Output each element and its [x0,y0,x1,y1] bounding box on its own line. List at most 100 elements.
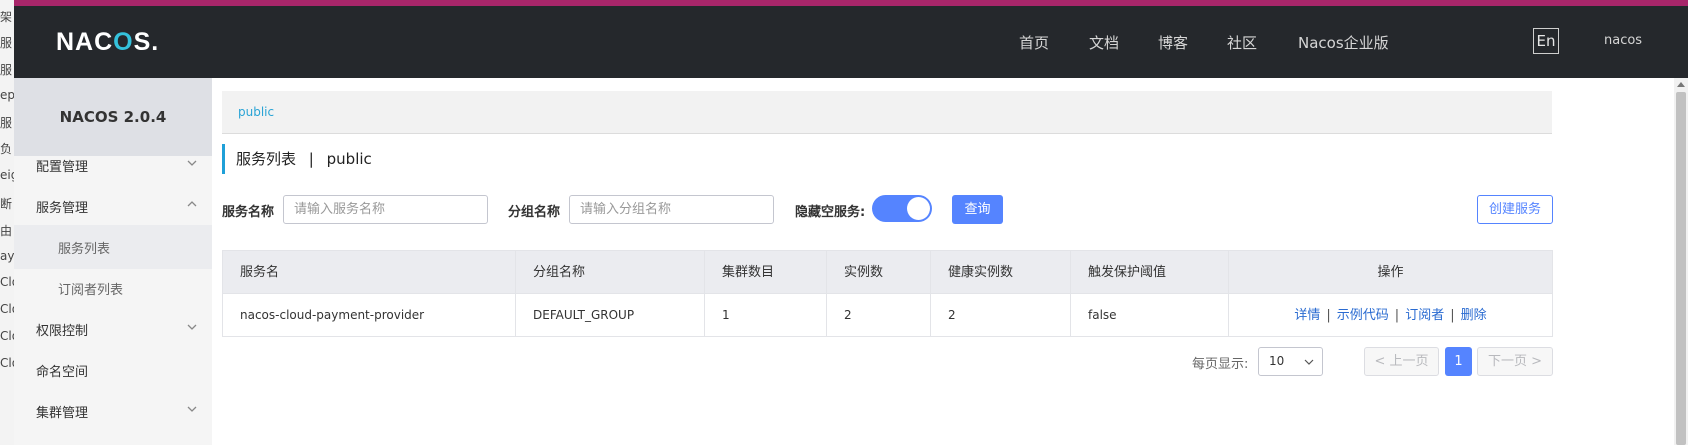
service-name-label: 服务名称 [222,205,275,220]
sidebar-item-label: 集群管理 [36,406,89,421]
sidebar-item-label: 权限控制 [36,324,89,339]
table-row: nacos-cloud-payment-provider DEFAULT_GRO… [223,294,1552,336]
sidebar-item-label: 命名空间 [36,365,89,380]
nav-blog[interactable]: 博客 [1158,32,1188,53]
toggle-knob [907,197,930,220]
column-header-healthy: 健康实例数 [931,251,1071,294]
action-delete-link[interactable]: 删除 [1461,308,1487,323]
vertical-scrollbar[interactable] [1674,78,1688,445]
chevron-up-icon [187,201,197,207]
nav-home[interactable]: 首页 [1019,32,1049,53]
bg-fragment: ep [0,88,14,102]
chevron-right-icon: > [1526,354,1543,369]
nacos-logo[interactable]: NACOS. [56,28,159,57]
sidebar-item-label: 服务管理 [36,201,89,216]
page-size-select[interactable]: 10 [1258,347,1323,376]
service-name-input[interactable]: 请输入服务名称 [283,195,488,224]
logo-accent-letter: O [113,28,134,56]
sidebar-item-access-control[interactable]: 权限控制 [14,307,212,351]
chevron-down-icon [1304,359,1314,365]
action-detail-link[interactable]: 详情 [1294,308,1320,323]
bg-fragment: Clo [0,275,14,289]
table-header: 服务名 分组名称 集群数目 实例数 健康实例数 触发保护阈值 操作 [223,251,1552,294]
sidebar-item-service-list[interactable]: 服务列表 [14,225,212,269]
sidebar-item-config-management[interactable]: 配置管理 [14,143,212,187]
next-page-label: 下一页 [1487,354,1527,369]
column-header-service: 服务名 [223,251,516,294]
column-header-instances: 实例数 [827,251,931,294]
column-header-actions: 操作 [1377,265,1404,280]
bg-fragment: 由 [0,224,13,238]
bg-fragment: 服 [0,116,13,130]
sidebar-item-label: 订阅者列表 [58,283,124,298]
bg-fragment: Clo [0,302,14,316]
page-title-namespace: public [326,150,372,168]
browser-window: NACOS. 首页 文档 博客 社区 Nacos企业版 En nacos NAC… [14,0,1688,445]
bg-fragment: ay [0,249,14,263]
scroll-thumb[interactable] [1676,92,1686,445]
namespace-bar: public [222,91,1552,134]
nav-docs[interactable]: 文档 [1089,32,1119,53]
cell-clusters: 1 [705,294,827,336]
cell-threshold: false [1071,294,1229,336]
page-title-text: 服务列表 [236,150,297,168]
nav-community[interactable]: 社区 [1227,32,1257,53]
hide-empty-label: 隐藏空服务: [795,205,866,220]
sidebar-item-label: 配置管理 [36,160,89,175]
namespace-link-public[interactable]: public [238,105,274,119]
bg-fragment: eig [0,168,14,182]
chevron-down-icon [187,406,197,412]
cell-instances: 2 [827,294,931,336]
sidebar: NACOS 2.0.4 配置管理 服务管理 服务列表 订阅者列表 权限控制 命名… [14,78,212,445]
bg-fragment: 服 [0,36,13,50]
bg-fragment: 架 [0,10,13,24]
action-separator: | [1450,308,1455,323]
page-size-value: 10 [1269,354,1285,368]
action-separator: | [1394,308,1400,323]
create-service-button[interactable]: 创建服务 [1477,195,1553,224]
sidebar-item-namespace[interactable]: 命名空间 [14,348,212,392]
cell-actions: 详情 | 示例代码 | 订阅者 | 删除 [1229,294,1552,336]
group-name-input[interactable]: 请输入分组名称 [569,195,774,224]
background-window-strip: 架 服 服 ep 服 负 eig 断 由 ay Clo Clo Clo Clo [0,0,14,445]
service-table: 服务名 分组名称 集群数目 实例数 健康实例数 触发保护阈值 操作 nacos-… [222,250,1553,337]
user-name[interactable]: nacos [1604,33,1642,48]
group-name-label: 分组名称 [508,205,561,220]
per-page-label: 每页显示: [1192,357,1249,372]
chevron-down-icon [187,324,197,330]
action-subscriber-link[interactable]: 订阅者 [1405,308,1444,323]
main-content: public 服务列表 | public 服务名称 请输入服务名称 分组名称 请… [212,78,1688,445]
bg-fragment: 服 [0,63,13,77]
cell-healthy: 2 [931,294,1071,336]
bg-fragment: Clo [0,329,14,343]
action-separator: | [1326,308,1331,323]
bg-fragment: 断 [0,197,13,211]
language-switch-button[interactable]: En [1533,28,1559,54]
title-separator: | [308,150,314,168]
column-header-group: 分组名称 [516,251,705,294]
hide-empty-toggle[interactable] [872,195,932,222]
bg-fragment: 负 [0,142,13,156]
chevron-left-icon: < [1374,354,1390,369]
bg-fragment: Clo [0,356,14,370]
nav-enterprise[interactable]: Nacos企业版 [1298,32,1389,53]
prev-page-label: 上一页 [1389,354,1429,369]
logo-text: NACOS. [56,28,160,56]
sidebar-item-label: 服务列表 [58,242,111,257]
next-page-button[interactable]: 下一页 > [1477,347,1553,376]
sidebar-item-subscriber-list[interactable]: 订阅者列表 [14,266,212,310]
query-button[interactable]: 查询 [952,195,1003,224]
column-header-threshold: 触发保护阈值 [1071,251,1229,294]
chevron-down-icon [187,160,197,166]
column-header-clusters: 集群数目 [705,251,827,294]
page-1-button[interactable]: 1 [1445,347,1472,376]
top-header: NACOS. 首页 文档 博客 社区 Nacos企业版 En nacos [14,6,1688,78]
page-title: 服务列表 | public [222,144,372,174]
prev-page-button[interactable]: < 上一页 [1364,347,1439,376]
sidebar-item-cluster-management[interactable]: 集群管理 [14,389,212,433]
cell-group-name: DEFAULT_GROUP [516,294,705,336]
sidebar-item-service-management[interactable]: 服务管理 [14,184,212,228]
cell-service-name: nacos-cloud-payment-provider [223,294,516,336]
scroll-up-arrow-icon[interactable] [1677,82,1685,87]
action-sample-code-link[interactable]: 示例代码 [1337,308,1389,323]
